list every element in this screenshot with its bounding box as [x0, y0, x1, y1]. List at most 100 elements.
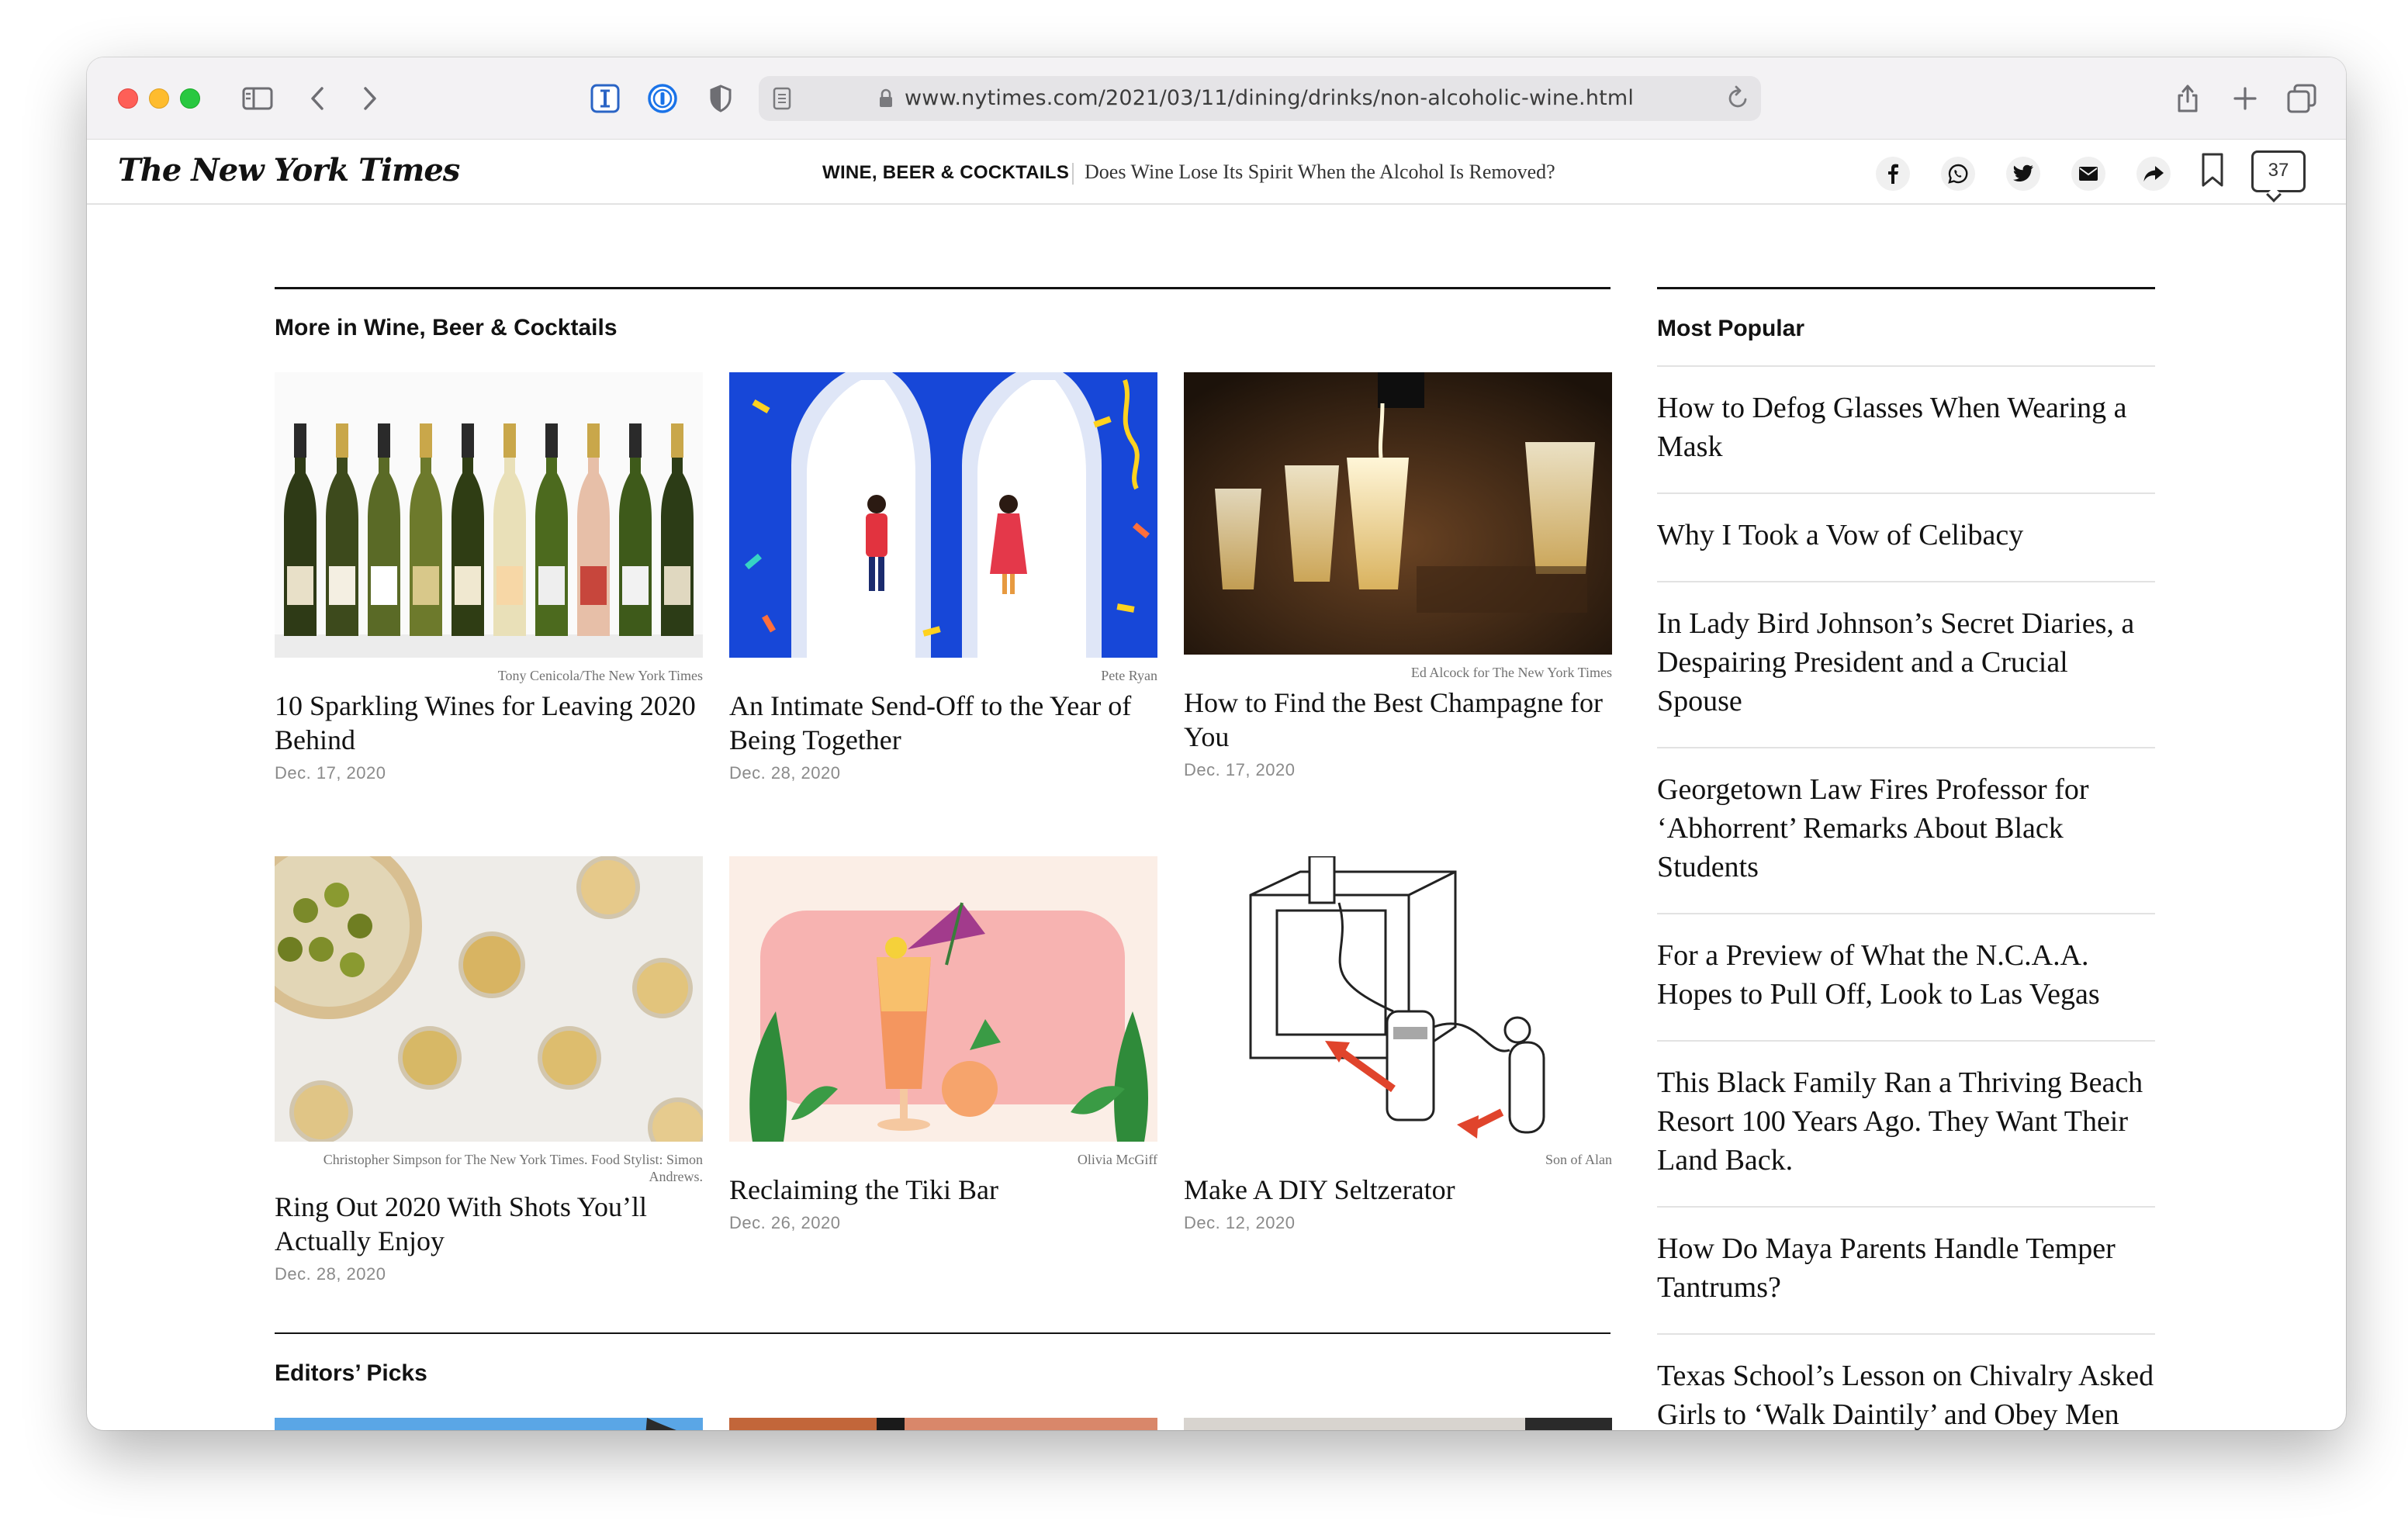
new-tab-icon[interactable] [2230, 81, 2261, 116]
zoom-window-button[interactable] [180, 88, 200, 109]
bottle-label [329, 566, 355, 605]
article-headline: Does Wine Lose Its Spirit When the Alcoh… [1085, 161, 1555, 183]
reload-icon[interactable] [1727, 85, 1750, 114]
header-divider [1072, 163, 1074, 185]
close-window-button[interactable] [118, 88, 138, 109]
twitter-icon[interactable] [2006, 157, 2040, 191]
card-date: Dec. 17, 2020 [1184, 760, 1296, 779]
article-card[interactable]: Ed Alcock for The New York Times How to … [1184, 372, 1612, 780]
bottle-label [622, 566, 649, 605]
address-bar[interactable]: www.nytimes.com/2021/03/11/dining/drinks… [759, 76, 1761, 121]
facebook-icon[interactable] [1876, 157, 1910, 191]
card-date: Dec. 28, 2020 [729, 763, 841, 783]
champagne-photo[interactable] [1184, 372, 1612, 655]
bottle-label [413, 566, 439, 605]
page-content: More in Wine, Beer & Cocktails Tony Ceni… [87, 206, 2346, 1430]
instapaper-icon[interactable] [590, 81, 621, 116]
onepassword-icon[interactable] [647, 81, 678, 116]
seltzerator-diagram[interactable] [1184, 856, 1612, 1142]
card-title[interactable]: How to Find the Best Champagne for You [1184, 686, 1612, 754]
card-title[interactable]: Ring Out 2020 With Shots You’ll Actually… [275, 1190, 703, 1258]
popular-item[interactable]: In Lady Bird Johnson’s Secret Diaries, a… [1657, 581, 2155, 747]
card-title[interactable]: Reclaiming the Tiki Bar [729, 1173, 1157, 1207]
bottle-foil [462, 423, 474, 458]
reader-icon[interactable] [773, 87, 791, 114]
card-date: Dec. 12, 2020 [1184, 1213, 1296, 1232]
comment-count-button[interactable]: 37 [2251, 150, 2306, 192]
sidebar-icon[interactable] [240, 81, 275, 116]
bookmark-icon[interactable] [2199, 152, 2226, 188]
back-icon[interactable] [306, 81, 329, 116]
bottle-foil [545, 423, 558, 458]
article-card[interactable]: Tony Cenicola/The New York Times 10 Spar… [275, 372, 703, 783]
tab-overview-icon[interactable] [2285, 81, 2318, 116]
bottle-foil [294, 423, 306, 458]
article-card[interactable]: Olivia McGiff Reclaiming the Tiki Bar De… [729, 856, 1157, 1233]
card-date: Dec. 26, 2020 [729, 1213, 841, 1232]
card-title[interactable]: An Intimate Send-Off to the Year of Bein… [729, 689, 1157, 757]
bottle-foil [629, 423, 642, 458]
article-card[interactable]: Son of Alan Make A DIY Seltzerator Dec. … [1184, 856, 1612, 1233]
shots-photo[interactable] [275, 856, 703, 1142]
popular-item[interactable]: Georgetown Law Fires Professor for ‘Abho… [1657, 747, 2155, 913]
most-popular-title[interactable]: Most Popular [1657, 316, 2155, 365]
bottle-foil [420, 423, 432, 458]
email-icon[interactable] [2071, 157, 2105, 191]
more-section-title[interactable]: More in Wine, Beer & Cocktails [275, 315, 618, 341]
photo-credit: Olivia McGiff [1077, 1152, 1157, 1167]
section-rule [275, 287, 1611, 289]
share-arrow-icon[interactable] [2136, 157, 2171, 191]
bottle-label [496, 566, 523, 605]
tiki-illustration[interactable] [729, 856, 1157, 1142]
lock-icon [878, 88, 894, 112]
editors-picks-title[interactable]: Editors’ Picks [275, 1360, 427, 1387]
card-date: Dec. 28, 2020 [275, 1264, 386, 1284]
send-off-illustration[interactable] [729, 372, 1157, 658]
bottle-foil [378, 423, 390, 458]
editors-pick-image[interactable] [1184, 1418, 1612, 1430]
photo-credit: Ed Alcock for The New York Times [1410, 665, 1612, 680]
photo-credit: Christopher Simpson for The New York Tim… [323, 1152, 703, 1184]
bottle-label [538, 566, 565, 605]
section-rule [275, 1332, 1611, 1334]
card-date: Dec. 17, 2020 [275, 763, 386, 783]
article-card[interactable]: Pete Ryan An Intimate Send-Off to the Ye… [729, 372, 1157, 783]
article-card[interactable]: Christopher Simpson for The New York Tim… [275, 856, 703, 1284]
editors-pick-image[interactable] [729, 1418, 1157, 1430]
browser-window: www.nytimes.com/2021/03/11/dining/drinks… [87, 57, 2346, 1430]
sparkling-wines-photo[interactable] [275, 372, 703, 658]
popular-item[interactable]: For a Preview of What the N.C.A.A. Hopes… [1657, 913, 2155, 1040]
url-text[interactable]: www.nytimes.com/2021/03/11/dining/drinks… [905, 87, 1634, 110]
popular-item[interactable]: How to Defog Glasses When Wearing a Mask [1657, 365, 2155, 492]
browser-toolbar: www.nytimes.com/2021/03/11/dining/drinks… [87, 57, 2346, 140]
card-title[interactable]: Make A DIY Seltzerator [1184, 1173, 1612, 1207]
site-header: The New York Times WINE, BEER & COCKTAIL… [87, 140, 2346, 205]
photo-credit: Son of Alan [1545, 1152, 1612, 1167]
privacy-shield-icon[interactable] [708, 81, 734, 116]
whatsapp-icon[interactable] [1941, 157, 1975, 191]
bottle-label [580, 566, 607, 605]
bottle-foil [671, 423, 683, 458]
card-title[interactable]: 10 Sparkling Wines for Leaving 2020 Behi… [275, 689, 703, 757]
popular-item[interactable]: Texas School’s Lesson on Chivalry Asked … [1657, 1333, 2155, 1430]
bottle-label [664, 566, 690, 605]
popular-item[interactable]: Why I Took a Vow of Celibacy [1657, 492, 2155, 581]
bottle-label [287, 566, 313, 605]
bottle-foil [336, 423, 348, 458]
editors-pick-image[interactable] [275, 1418, 703, 1430]
forward-icon[interactable] [358, 81, 382, 116]
bottle-label [455, 566, 481, 605]
nyt-logo[interactable]: The New York Times [118, 150, 460, 191]
photo-credit: Pete Ryan [1101, 668, 1157, 683]
bottle-foil [503, 423, 516, 458]
share-icon[interactable] [2172, 81, 2203, 116]
bottle-label [371, 566, 397, 605]
popular-item[interactable]: How Do Maya Parents Handle Temper Tantru… [1657, 1206, 2155, 1333]
most-popular-panel: Most Popular How to Defog Glasses When W… [1657, 287, 2155, 1430]
section-label[interactable]: WINE, BEER & COCKTAILS [822, 161, 1069, 185]
minimize-window-button[interactable] [149, 88, 169, 109]
section-rule [1657, 287, 2155, 289]
photo-credit: Tony Cenicola/The New York Times [497, 668, 703, 683]
popular-item[interactable]: This Black Family Ran a Thriving Beach R… [1657, 1040, 2155, 1206]
bottle-foil [587, 423, 600, 458]
